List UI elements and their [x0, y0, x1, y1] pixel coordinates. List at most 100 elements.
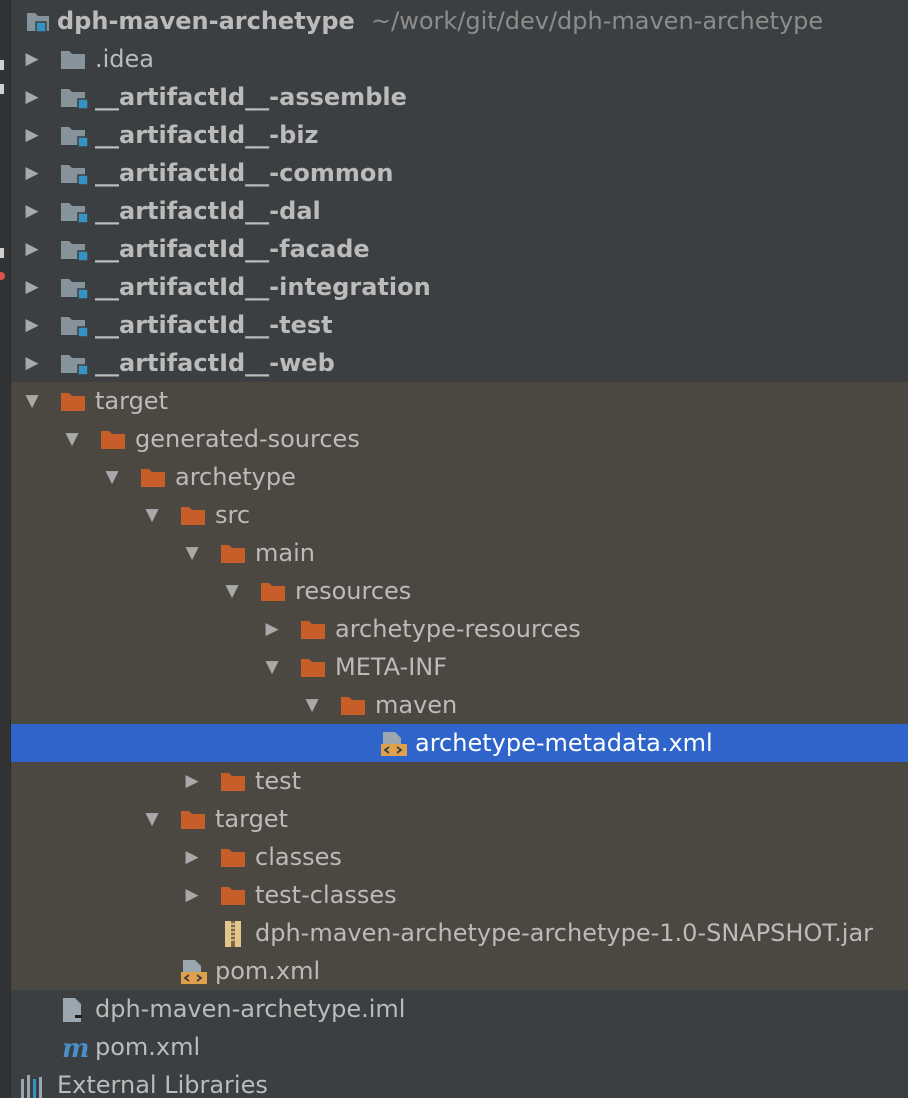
expand-arrow-down-icon[interactable]: ▼ — [61, 420, 83, 458]
tree-row-label: dph-maven-archetype.iml — [95, 995, 406, 1023]
expand-arrow-right-icon[interactable]: ▶ — [181, 838, 203, 876]
tree-root-row[interactable]: dph-maven-archetype ~/work/git/dev/dph-m… — [11, 2, 908, 40]
tree-row[interactable]: ▶ __artifactId__-assemble — [11, 78, 908, 116]
module-folder-icon — [59, 313, 89, 339]
tree-row[interactable]: ▼ archetype — [11, 458, 908, 496]
expand-arrow-right-icon[interactable]: ▶ — [261, 610, 283, 648]
tree-row[interactable]: ▶ __artifactId__-common — [11, 154, 908, 192]
tree-row[interactable]: ▶ test — [11, 762, 908, 800]
tree-row[interactable]: ▶ __artifactId__-web — [11, 344, 908, 382]
excluded-folder-icon — [139, 465, 169, 491]
expand-arrow-down-icon[interactable]: ▼ — [101, 458, 123, 496]
tree-row[interactable]: ▶ classes — [11, 838, 908, 876]
excluded-folder-icon — [219, 541, 249, 567]
tree-row[interactable]: ▼ target — [11, 800, 908, 838]
jar-file-icon — [219, 921, 249, 947]
maven-pom-icon: m — [59, 1035, 89, 1061]
tree-row-label: test — [255, 767, 302, 795]
tree-row[interactable]: ▼ target — [11, 382, 908, 420]
tree-row-label: External Libraries — [57, 1071, 268, 1098]
expand-arrow-right-icon[interactable]: ▶ — [21, 306, 43, 344]
expand-arrow-down-icon[interactable]: ▼ — [221, 572, 243, 610]
excluded-folder-icon — [219, 769, 249, 795]
xml-file-icon — [179, 959, 209, 985]
excluded-folder-icon — [59, 389, 89, 415]
excluded-folder-icon — [259, 579, 289, 605]
tree-row-label: __artifactId__-test — [95, 311, 333, 339]
tree-row-label: resources — [295, 577, 412, 605]
expand-arrow-right-icon[interactable]: ▶ — [181, 762, 203, 800]
tree-row-label: __artifactId__-dal — [95, 197, 321, 225]
tree-row[interactable]: ▶ __artifactId__-test — [11, 306, 908, 344]
expand-arrow-down-icon[interactable]: ▼ — [301, 686, 323, 724]
tree-row[interactable]: ▶ test-classes — [11, 876, 908, 914]
folder-icon — [59, 47, 89, 73]
external-libraries-icon — [19, 1073, 49, 1098]
excluded-folder-icon — [299, 655, 329, 681]
tree-row-label: __artifactId__-assemble — [95, 83, 407, 111]
tree-row-label: dph-maven-archetype-archetype-1.0-SNAPSH… — [255, 919, 874, 947]
project-path: ~/work/git/dev/dph-maven-archetype — [371, 7, 824, 35]
module-folder-icon — [59, 275, 89, 301]
tree-row[interactable]: ▶ __artifactId__-biz — [11, 116, 908, 154]
left-edge-strip — [0, 0, 11, 1098]
expand-arrow-right-icon[interactable]: ▶ — [21, 116, 43, 154]
expand-arrow-right-icon[interactable]: ▶ — [21, 268, 43, 306]
tree-row[interactable]: ▼ resources — [11, 572, 908, 610]
tree-row[interactable]: ▶ __artifactId__-facade — [11, 230, 908, 268]
tree-row[interactable]: ▼ META-INF — [11, 648, 908, 686]
excluded-folder-icon — [219, 883, 249, 909]
module-folder-icon — [59, 351, 89, 377]
tree-row[interactable]: ▼ generated-sources — [11, 420, 908, 458]
tree-row[interactable]: External Libraries — [11, 1066, 908, 1098]
excluded-folder-icon — [99, 427, 129, 453]
tree-row[interactable]: pom.xml — [11, 952, 908, 990]
tree-row[interactable]: ▶ __artifactId__-dal — [11, 192, 908, 230]
tree-row-label: main — [255, 539, 315, 567]
tree-row-label: classes — [255, 843, 342, 871]
tree-row-label: .idea — [95, 45, 155, 73]
expand-arrow-down-icon[interactable]: ▼ — [141, 496, 163, 534]
expand-arrow-down-icon[interactable]: ▼ — [261, 648, 283, 686]
tree-row[interactable]: dph-maven-archetype-archetype-1.0-SNAPSH… — [11, 914, 908, 952]
tree-row-label: __artifactId__-facade — [95, 235, 370, 263]
tree-row[interactable]: ▼ main — [11, 534, 908, 572]
module-folder-icon — [59, 161, 89, 187]
tree-row-label: archetype — [175, 463, 296, 491]
tree-row-label: target — [215, 805, 288, 833]
tree-row[interactable]: ▶ __artifactId__-integration — [11, 268, 908, 306]
tree-row-label: __artifactId__-biz — [95, 121, 319, 149]
edge-mark — [0, 84, 4, 94]
edge-mark — [0, 248, 4, 258]
tree-row[interactable]: dph-maven-archetype.iml — [11, 990, 908, 1028]
expand-arrow-down-icon[interactable]: ▼ — [141, 800, 163, 838]
tree-row-label: archetype-metadata.xml — [415, 729, 713, 757]
expand-arrow-right-icon[interactable]: ▶ — [21, 344, 43, 382]
tree-row[interactable]: ▶ .idea — [11, 40, 908, 78]
tree-row[interactable]: m pom.xml — [11, 1028, 908, 1066]
expand-arrow-down-icon[interactable]: ▼ — [181, 534, 203, 572]
excluded-folder-icon — [339, 693, 369, 719]
excluded-folder-icon — [219, 845, 249, 871]
tree-row-label: test-classes — [255, 881, 397, 909]
expand-arrow-right-icon[interactable]: ▶ — [21, 154, 43, 192]
tree-row-label: pom.xml — [215, 957, 321, 985]
tree-row[interactable]: ▶ archetype-resources — [11, 610, 908, 648]
tree-row-label: __artifactId__-web — [95, 349, 335, 377]
module-folder-icon — [25, 9, 55, 35]
tree-row[interactable]: ▼ src — [11, 496, 908, 534]
error-marker-icon — [0, 272, 5, 280]
expand-arrow-down-icon[interactable]: ▼ — [21, 382, 43, 420]
expand-arrow-right-icon[interactable]: ▶ — [21, 40, 43, 78]
tree-row-label: generated-sources — [135, 425, 360, 453]
expand-arrow-right-icon[interactable]: ▶ — [21, 78, 43, 116]
excluded-folder-icon — [179, 503, 209, 529]
project-tree: dph-maven-archetype ~/work/git/dev/dph-m… — [0, 0, 908, 1098]
expand-arrow-right-icon[interactable]: ▶ — [181, 876, 203, 914]
expand-arrow-right-icon[interactable]: ▶ — [21, 192, 43, 230]
expand-arrow-right-icon[interactable]: ▶ — [21, 230, 43, 268]
tree-row-selected[interactable]: archetype-metadata.xml — [11, 724, 908, 762]
project-name: dph-maven-archetype — [57, 7, 355, 35]
tree-row[interactable]: ▼ maven — [11, 686, 908, 724]
xml-file-icon — [379, 731, 409, 757]
